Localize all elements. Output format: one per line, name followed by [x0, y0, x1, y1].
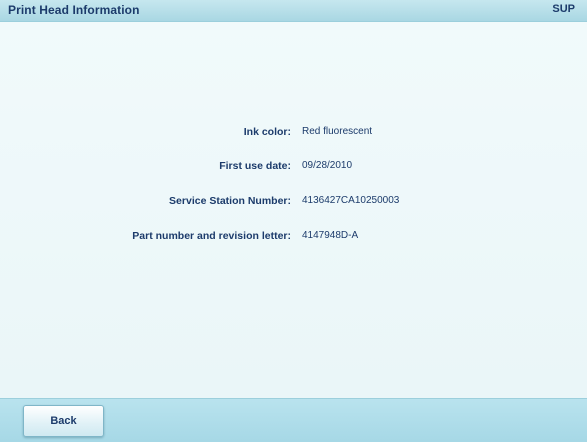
part-number-label: Part number and revision letter:	[132, 230, 291, 242]
first-use-date-value: 09/28/2010	[302, 160, 353, 171]
mode-indicator: SUP	[552, 3, 575, 15]
part-number-value: 4147948D-A	[302, 230, 359, 241]
ink-color-label: Ink color:	[243, 126, 291, 138]
info-row-service-station-number: Service Station Number: 4136427CA1025000…	[0, 195, 587, 213]
info-panel: Ink color: Red fluorescent First use dat…	[0, 22, 587, 398]
info-row-part-number: Part number and revision letter: 4147948…	[0, 230, 587, 248]
info-row-first-use-date: First use date: 09/28/2010	[0, 160, 587, 178]
service-station-number-value: 4136427CA10250003	[302, 195, 400, 206]
page-title: Print Head Information	[8, 3, 140, 17]
ink-color-value: Red fluorescent	[302, 126, 373, 137]
title-bar: Print Head Information SUP	[0, 0, 587, 22]
first-use-date-label: First use date:	[219, 160, 291, 172]
back-button[interactable]: Back	[23, 405, 104, 437]
service-station-number-label: Service Station Number:	[169, 195, 291, 207]
info-row-ink-color: Ink color: Red fluorescent	[0, 126, 587, 144]
print-head-info-screen: Print Head Information SUP Ink color: Re…	[0, 0, 587, 442]
footer-bar: Back	[0, 398, 587, 442]
